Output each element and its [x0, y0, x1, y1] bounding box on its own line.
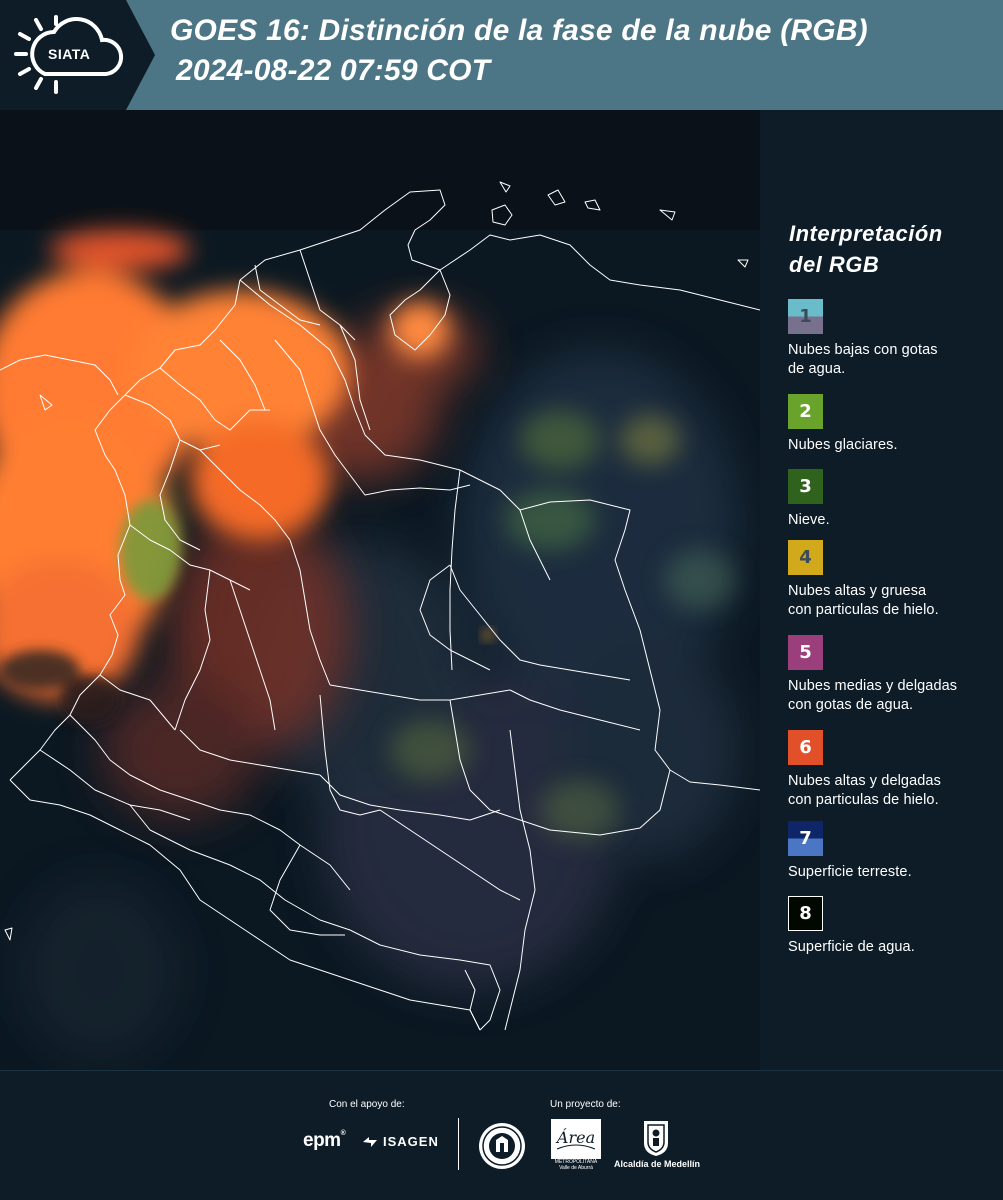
- legend-swatch: 1: [788, 299, 823, 334]
- timestamp: 2024-08-22 07:59 COT: [176, 54, 491, 87]
- legend-title-line1: Interpretación: [789, 221, 943, 246]
- legend-swatch-number: 6: [799, 737, 812, 758]
- header: SIATA GOES 16: Distinción de la fase de …: [0, 0, 1003, 110]
- rgb-satellite-image: [0, 110, 760, 1070]
- legend-label-line1: Nubes glaciares.: [788, 437, 898, 453]
- legend-label-line1: Superficie terreste.: [788, 864, 912, 880]
- legend-swatch-number: 1: [799, 306, 812, 327]
- legend-swatch-number: 7: [799, 828, 812, 849]
- svg-text:Área: Área: [555, 1127, 595, 1147]
- legend-label-line2: con particulas de hielo.: [788, 602, 939, 618]
- legend-swatch-number: 4: [799, 547, 812, 568]
- legend-swatch: 5: [788, 635, 823, 670]
- legend-label-line2: con gotas de agua.: [788, 697, 914, 713]
- legend-label-line1: Nieve.: [788, 512, 830, 528]
- legend-item: 7 Superficie terreste.: [788, 821, 998, 882]
- legend-item: 2 Nubes glaciares.: [788, 394, 998, 455]
- support-label: Con el apoyo de:: [329, 1099, 405, 1110]
- legend-swatch: 3: [788, 469, 823, 504]
- legend-label-line2: de agua.: [788, 361, 846, 377]
- legend-label-line1: Nubes bajas con gotas: [788, 342, 938, 358]
- legend-swatch-number: 3: [799, 476, 812, 497]
- legend-item: 8 Superficie de agua.: [788, 896, 998, 957]
- epm-logo[interactable]: epm®: [303, 1130, 346, 1152]
- legend-item: 1 Nubes bajas con gotas de agua.: [788, 299, 998, 379]
- satellite-map[interactable]: [0, 110, 760, 1070]
- siata-logo[interactable]: SIATA: [0, 0, 155, 110]
- alcaldia-label: Alcaldía de Medellín: [613, 1159, 701, 1169]
- isagen-logo[interactable]: ISAGEN: [361, 1134, 439, 1149]
- legend-label-line1: Superficie de agua.: [788, 939, 915, 955]
- legend-label: Superficie de agua.: [788, 938, 998, 957]
- legend-label-line1: Nubes altas y delgadas: [788, 773, 941, 789]
- project-label: Un proyecto de:: [550, 1099, 621, 1110]
- legend-panel: Interpretación del RGB 1 Nubes bajas con …: [760, 110, 1003, 1070]
- legend-swatch: 4: [788, 540, 823, 575]
- legend-title: Interpretación del RGB: [789, 218, 989, 280]
- legend-label: Nubes glaciares.: [788, 436, 998, 455]
- area-caption: METROPOLITANA Valle de Aburrá: [554, 1159, 598, 1171]
- footer-divider: [458, 1118, 459, 1170]
- legend-label: Superficie terreste.: [788, 863, 998, 882]
- legend-label-line1: Nubes altas y gruesa: [788, 583, 927, 599]
- legend-label-line1: Nubes medias y delgadas: [788, 678, 958, 694]
- legend-swatch: 8: [788, 896, 823, 931]
- legend-label: Nubes bajas con gotas de agua.: [788, 341, 998, 379]
- legend-label-line2: con particulas de hielo.: [788, 792, 939, 808]
- legend-label: Nieve.: [788, 511, 998, 530]
- page-title: GOES 16: Distinción de la fase de la nub…: [170, 14, 868, 47]
- legend-label: Nubes altas y delgadas con particulas de …: [788, 772, 998, 810]
- footer: Con el apoyo de: Un proyecto de: epm® IS…: [0, 1070, 1003, 1200]
- legend-swatch-number: 2: [799, 401, 812, 422]
- legend-item: 5 Nubes medias y delgadas con gotas de agu…: [788, 635, 998, 715]
- legend-item: 6 Nubes altas y delgadas con particulas de…: [788, 730, 998, 810]
- legend-swatch: 6: [788, 730, 823, 765]
- legend-swatch: 2: [788, 394, 823, 429]
- legend-title-line2: del RGB: [789, 252, 880, 277]
- legend-label: Nubes medias y delgadas con gotas de agua…: [788, 677, 998, 715]
- legend-item: 4 Nubes altas y gruesa con particulas de h…: [788, 540, 998, 620]
- alcaldia-shield-icon[interactable]: [642, 1119, 670, 1157]
- university-seal-icon[interactable]: [477, 1121, 527, 1171]
- legend-swatch-number: 5: [799, 642, 812, 663]
- area-metropolitana-logo[interactable]: Área: [551, 1119, 601, 1159]
- legend-item: 3 Nieve.: [788, 469, 998, 530]
- legend-swatch: 7: [788, 821, 823, 856]
- siata-logo-text: SIATA: [48, 46, 91, 62]
- legend-swatch-number: 8: [799, 903, 812, 924]
- isagen-mark-icon: [363, 1136, 377, 1147]
- isagen-logo-text: ISAGEN: [383, 1134, 439, 1149]
- legend-label: Nubes altas y gruesa con particulas de hi…: [788, 582, 998, 620]
- epm-logo-text: epm: [303, 1130, 341, 1151]
